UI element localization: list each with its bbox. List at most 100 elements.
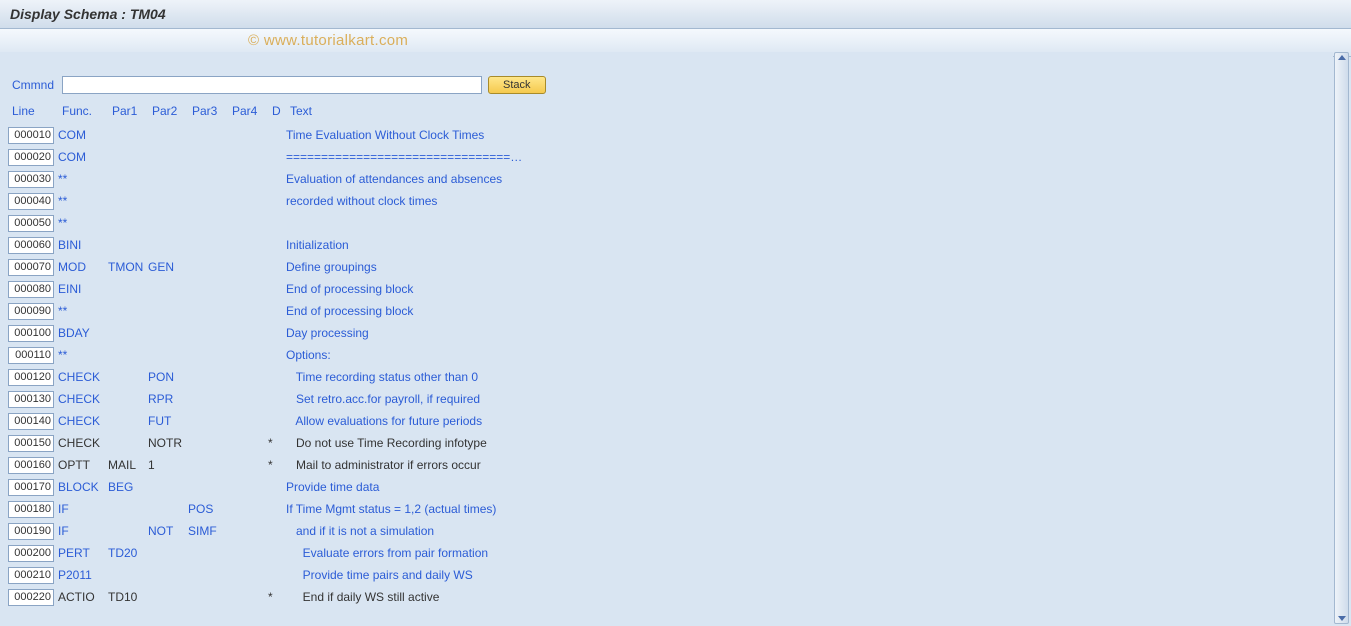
par2-cell: NOTR [148,436,188,450]
func-cell[interactable]: PERT [58,546,108,560]
line-number-input[interactable] [8,281,54,298]
func-cell[interactable]: ** [58,172,108,186]
func-cell[interactable]: BLOCK [58,480,108,494]
line-number-input[interactable] [8,325,54,342]
text-cell[interactable]: ================================… [286,150,1325,164]
text-cell: End if daily WS still active [286,590,1325,604]
header-func: Func. [62,104,112,118]
func-cell[interactable]: COM [58,150,108,164]
text-cell[interactable]: Options: [286,348,1325,362]
func-cell[interactable]: CHECK [58,392,108,406]
par2-cell[interactable]: PON [148,370,188,384]
func-cell[interactable]: BINI [58,238,108,252]
line-number-input[interactable] [8,435,54,452]
line-number-input[interactable] [8,215,54,232]
line-number-input[interactable] [8,127,54,144]
line-number-input[interactable] [8,171,54,188]
table-row: ** Evaluation of attendances and absences [8,168,1325,190]
text-cell[interactable]: Time Evaluation Without Clock Times [286,128,1325,142]
par1-cell: TD10 [108,590,148,604]
table-row: CHECK PON Time recording status other tha… [8,366,1325,388]
header-par2: Par2 [152,104,192,118]
func-cell[interactable]: COM [58,128,108,142]
line-number-input[interactable] [8,237,54,254]
line-number-input[interactable] [8,391,54,408]
d-cell: * [268,458,286,472]
scroll-down-icon[interactable] [1338,616,1346,621]
line-number-input[interactable] [8,303,54,320]
par3-cell[interactable]: POS [188,502,228,516]
line-number-input[interactable] [8,413,54,430]
text-cell[interactable]: Set retro.acc.for payroll, if required [286,392,1325,406]
func-cell[interactable]: ** [58,194,108,208]
text-cell[interactable]: Evaluate errors from pair formation [286,546,1325,560]
par2-cell[interactable]: NOT [148,524,188,538]
line-number-input[interactable] [8,149,54,166]
text-cell[interactable]: End of processing block [286,282,1325,296]
text-cell[interactable]: Time recording status other than 0 [286,370,1325,384]
func-cell[interactable]: BDAY [58,326,108,340]
table-row: COM ================================… [8,146,1325,168]
line-number-input[interactable] [8,567,54,584]
line-number-input[interactable] [8,545,54,562]
vertical-scrollbar[interactable] [1334,52,1349,624]
func-cell[interactable]: CHECK [58,414,108,428]
par2-cell[interactable]: GEN [148,260,188,274]
line-number-input[interactable] [8,523,54,540]
func-cell[interactable]: IF [58,502,108,516]
table-row: BDAY Day processing [8,322,1325,344]
func-cell[interactable]: P2011 [58,568,108,582]
text-cell[interactable]: Day processing [286,326,1325,340]
content-area: Cmmnd Stack Line Func. Par1 Par2 Par3 Pa… [0,52,1333,618]
text-cell[interactable]: Provide time pairs and daily WS [286,568,1325,582]
line-number-input[interactable] [8,589,54,606]
text-cell[interactable]: Provide time data [286,480,1325,494]
func-cell[interactable]: ** [58,304,108,318]
text-cell[interactable]: Define groupings [286,260,1325,274]
par1-cell[interactable]: TMON [108,260,148,274]
d-cell: * [268,436,286,450]
line-number-input[interactable] [8,259,54,276]
text-cell[interactable]: and if it is not a simulation [286,524,1325,538]
header-d: D [272,104,290,118]
line-number-input[interactable] [8,457,54,474]
func-cell[interactable]: ** [58,348,108,362]
line-number-input[interactable] [8,193,54,210]
func-cell[interactable]: IF [58,524,108,538]
func-cell[interactable]: ** [58,216,108,230]
line-number-input[interactable] [8,347,54,364]
table-row: IF NOTSIMF and if it is not a simulation [8,520,1325,542]
table-row: ** recorded without clock times [8,190,1325,212]
text-cell[interactable]: Allow evaluations for future periods [286,414,1325,428]
text-cell[interactable]: Evaluation of attendances and absences [286,172,1325,186]
text-cell[interactable]: End of processing block [286,304,1325,318]
func-cell: OPTT [58,458,108,472]
par2-cell[interactable]: RPR [148,392,188,406]
text-cell[interactable]: If Time Mgmt status = 1,2 (actual times) [286,502,1325,516]
table-row: BLOCKBEG Provide time data [8,476,1325,498]
text-cell[interactable]: recorded without clock times [286,194,1325,208]
command-input[interactable] [62,76,482,94]
d-cell: * [268,590,286,604]
func-cell[interactable]: EINI [58,282,108,296]
table-row: PERTTD20 Evaluate errors from pair forma… [8,542,1325,564]
par2-cell: 1 [148,458,188,472]
par1-cell[interactable]: BEG [108,480,148,494]
scroll-up-icon[interactable] [1338,55,1346,60]
text-cell[interactable]: Initialization [286,238,1325,252]
table-row: BINI Initialization [8,234,1325,256]
par2-cell[interactable]: FUT [148,414,188,428]
line-number-input[interactable] [8,479,54,496]
line-number-input[interactable] [8,501,54,518]
par1-cell[interactable]: TD20 [108,546,148,560]
line-number-input[interactable] [8,369,54,386]
func-cell[interactable]: CHECK [58,370,108,384]
stack-button[interactable]: Stack [488,76,546,94]
table-row: CHECK FUT Allow evaluations for future pe… [8,410,1325,432]
func-cell[interactable]: MOD [58,260,108,274]
func-cell: CHECK [58,436,108,450]
table-row: OPTTMAIL1* Mail to administrator if erro… [8,454,1325,476]
par3-cell[interactable]: SIMF [188,524,228,538]
command-label: Cmmnd [8,78,56,92]
header-line: Line [12,104,62,118]
